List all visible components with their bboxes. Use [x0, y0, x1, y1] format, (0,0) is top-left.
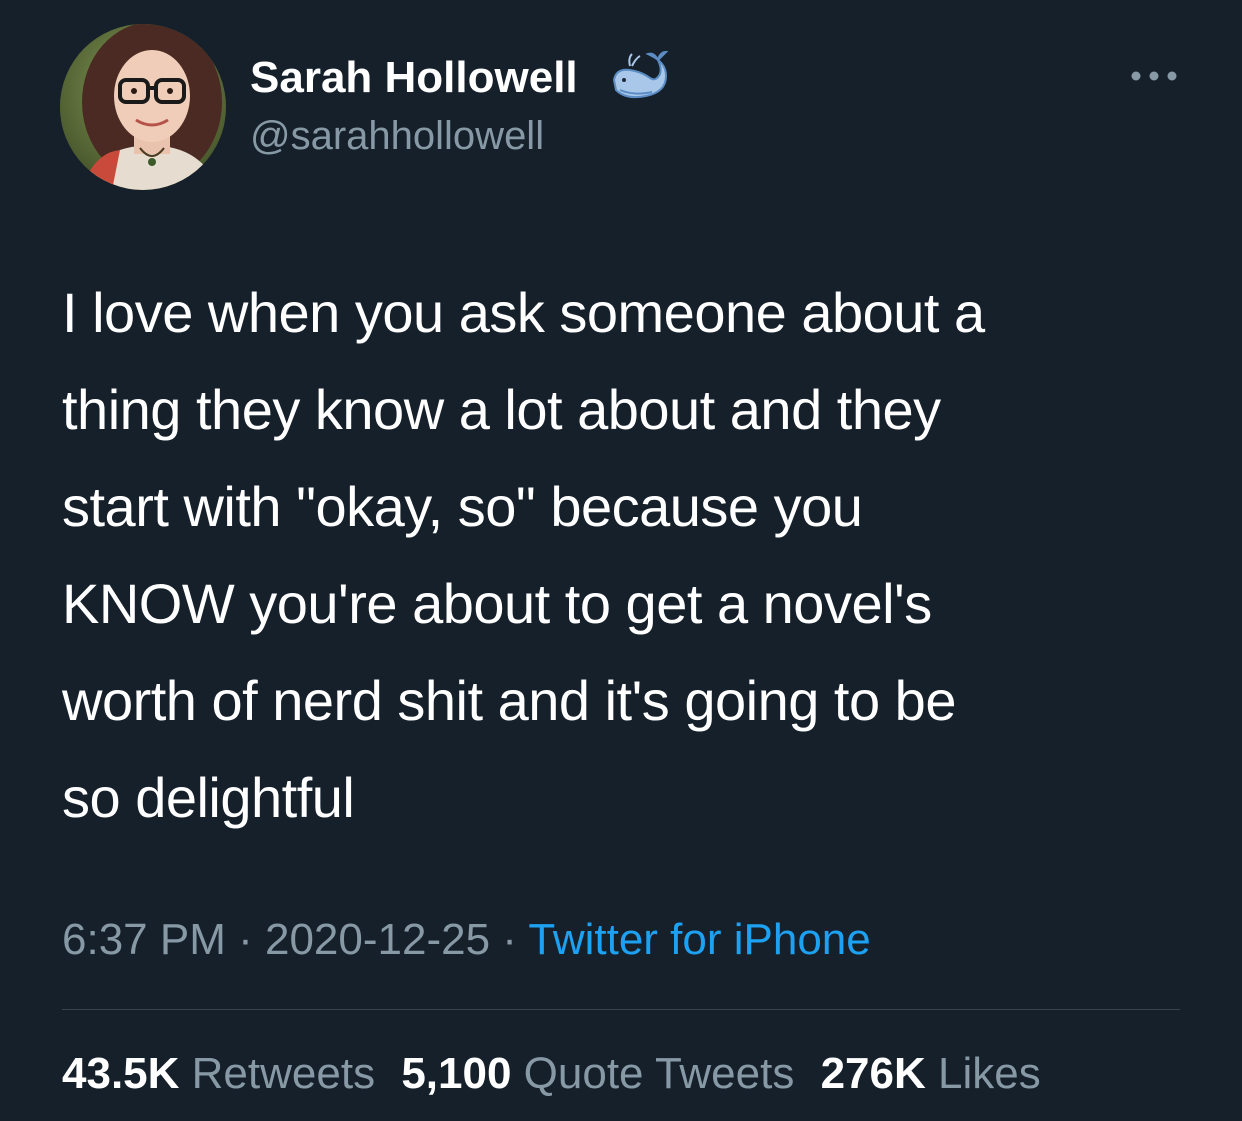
tweet-card: Sarah Hollowell @sarahhollowell I love w… [0, 0, 1242, 1121]
ellipsis-icon[interactable] [1128, 66, 1180, 86]
quote-tweets-label: Quote Tweets [523, 1049, 795, 1098]
retweets-label: Retweets [191, 1049, 376, 1098]
retweets-count: 43.5K [62, 1049, 180, 1098]
tweet-meta: 6:37 PM · 2020-12-25 · Twitter for iPhon… [62, 910, 871, 970]
meta-separator: · [225, 915, 265, 964]
meta-separator: · [490, 915, 529, 964]
tweet-source-link[interactable]: Twitter for iPhone [528, 915, 870, 964]
likes-count: 276K [820, 1049, 926, 1098]
tweet-date[interactable]: 2020-12-25 [265, 915, 490, 964]
avatar[interactable] [60, 24, 226, 190]
username-handle[interactable]: @sarahhollowell [250, 112, 544, 160]
divider [62, 1009, 1180, 1010]
likes-label: Likes [938, 1049, 1041, 1098]
quote-tweets-count: 5,100 [401, 1049, 512, 1098]
likes-stat[interactable]: 276K Likes [821, 1049, 1041, 1098]
tweet-time: 6:37 PM [62, 915, 226, 964]
quote-tweets-stat[interactable]: 5,100 Quote Tweets [401, 1049, 794, 1098]
profile-photo [60, 24, 226, 190]
display-name[interactable]: Sarah Hollowell [250, 52, 578, 104]
retweets-stat[interactable]: 43.5K Retweets [62, 1049, 375, 1098]
tweet-text: I love when you ask someone about a thin… [62, 281, 985, 829]
engagement-stats: 43.5K Retweets 5,100 Quote Tweets 276K L… [62, 1044, 1041, 1104]
whale-icon [612, 50, 669, 99]
